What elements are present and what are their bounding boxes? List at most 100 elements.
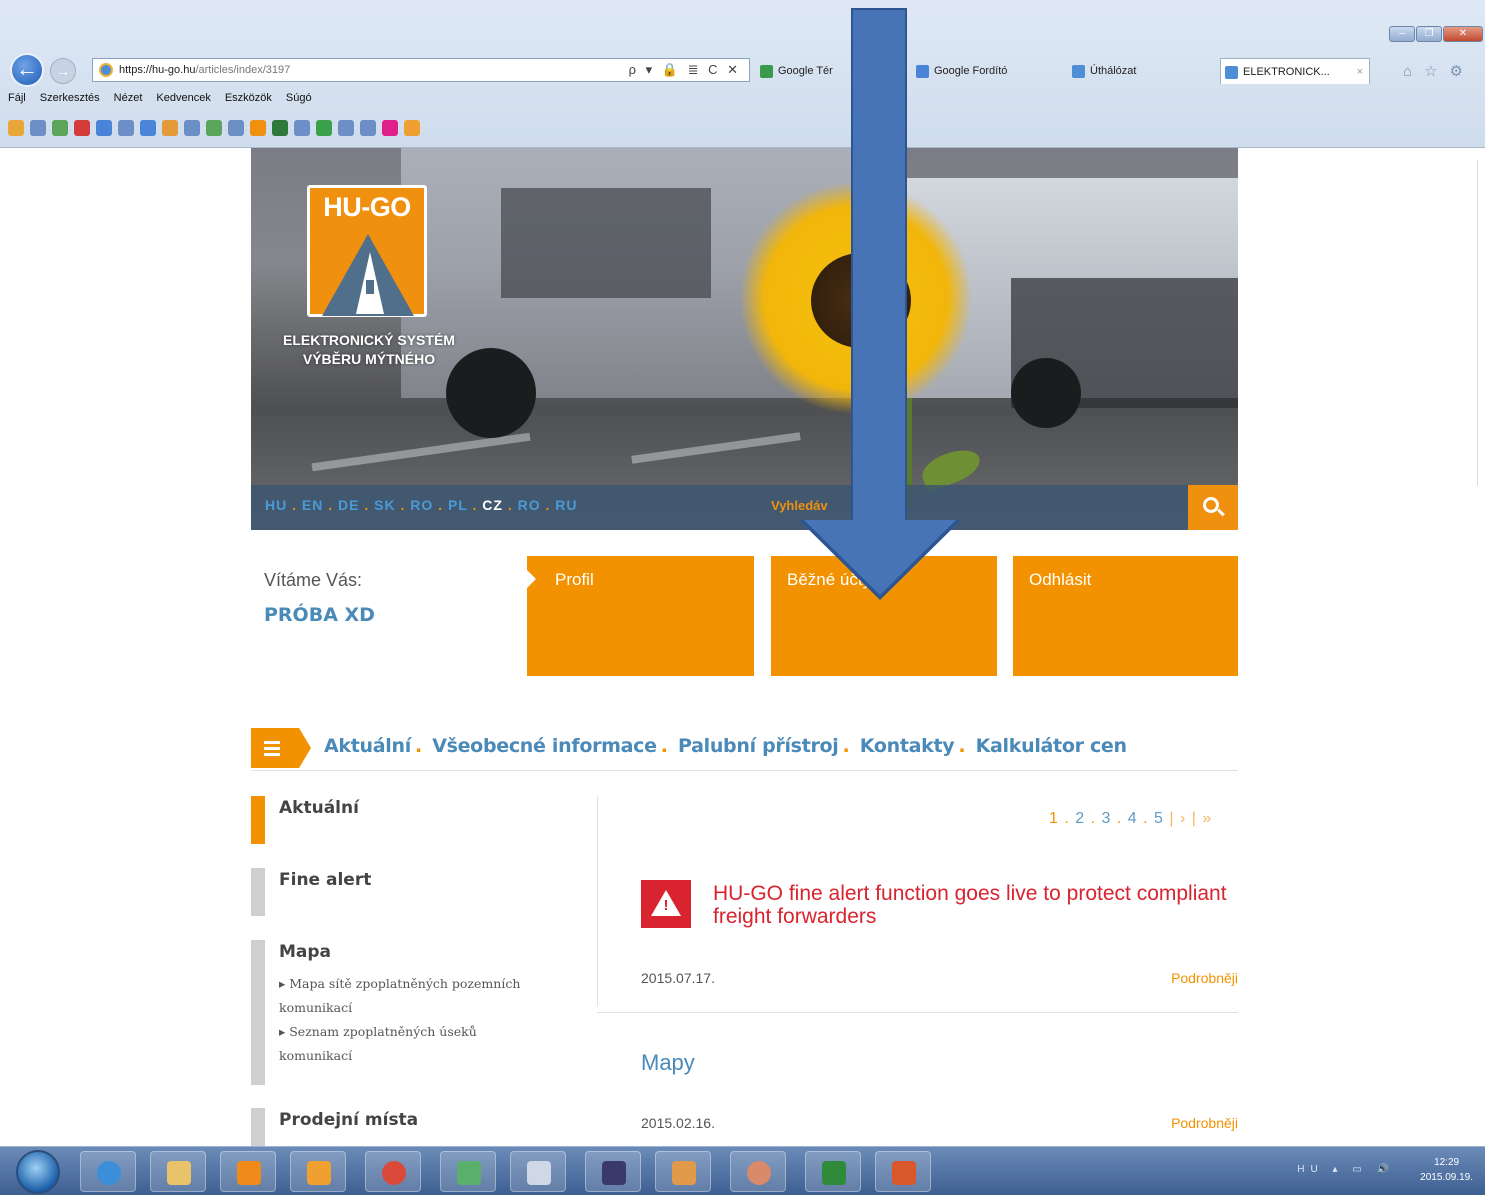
page-3[interactable]: 3 [1102,810,1112,827]
lang-ru[interactable]: RU [555,497,577,513]
nav-vseobecne-informace[interactable]: Všeobecné informace [432,735,657,757]
news-date: 2015.02.16. [641,1115,715,1131]
nav-kalkulator-cen[interactable]: Kalkulátor cen [976,735,1127,757]
nav-aktualni[interactable]: Aktuální [324,735,411,757]
profile-tile[interactable]: Profil [527,556,754,676]
taskbar-explorer[interactable] [150,1151,206,1192]
favorite-icon[interactable] [228,120,244,136]
home-icon[interactable]: ⌂ [1403,63,1424,80]
taskbar-ie[interactable] [80,1151,136,1192]
page-2[interactable]: 2 [1075,810,1085,827]
favorite-icon[interactable] [250,120,266,136]
hamburger-menu-icon[interactable] [251,728,311,768]
maximize-button[interactable]: ❐ [1416,26,1442,42]
news-title-mapy[interactable]: Mapy [641,1050,695,1076]
back-button[interactable]: ← [10,53,44,87]
favorite-icon[interactable] [404,120,420,136]
taskbar-app3[interactable] [655,1151,711,1192]
favorite-icon[interactable] [118,120,134,136]
lang-ro[interactable]: RO [410,497,433,513]
lang-cz[interactable]: CZ [482,497,503,513]
favorite-icon[interactable] [206,120,222,136]
welcome-label: Vítáme Vás: [264,570,363,590]
favorite-icon[interactable] [184,120,200,136]
last-page-icon[interactable]: » [1202,810,1212,827]
tab-uthalozat[interactable]: Úthálózat [1068,58,1218,84]
sublink-mapa-site[interactable]: ▸ Mapa sítě zpoplatněných pozemních komun… [279,972,581,1020]
favorite-icon[interactable] [382,120,398,136]
menu-file[interactable]: Fájl [8,92,26,104]
taskbar-chrome[interactable] [365,1151,421,1192]
tab-elektronick[interactable]: ELEKTRONICK... × [1220,58,1370,84]
taskbar-powerpoint[interactable] [875,1151,931,1192]
news-title-fine-alert[interactable]: HU-GO fine alert function goes live to p… [713,882,1233,928]
taskbar-media[interactable] [220,1151,276,1192]
menu-favorites[interactable]: Kedvencek [156,92,210,104]
taskbar-messenger[interactable] [730,1151,786,1192]
menu-edit[interactable]: Szerkesztés [40,92,100,104]
sublink-seznam-useku[interactable]: ▸ Seznam zpoplatněných úseků komunikací [279,1020,581,1068]
tab-google-translate[interactable]: Google Fordító [912,58,1062,84]
logout-tile[interactable]: Odhlásit [1013,556,1238,676]
menu-help[interactable]: Súgó [286,92,312,104]
settings-gear-icon[interactable]: ⚙ [1450,63,1475,80]
read-more-link[interactable]: Podrobněji [1171,1115,1238,1131]
page-1[interactable]: 1 [1049,810,1059,827]
page-5[interactable]: 5 [1154,810,1164,827]
favorite-icon[interactable] [294,120,310,136]
lang-en[interactable]: EN [302,497,323,513]
window-controls: – ❐ ✕ [1389,26,1483,42]
annotation-arrow-shaft [851,8,907,522]
tray-language[interactable]: HU [1297,1164,1323,1175]
favorite-icon[interactable] [338,120,354,136]
favorite-icon[interactable] [96,120,112,136]
menu-view[interactable]: Nézet [114,92,143,104]
user-name: PRÓBA XD [264,604,375,626]
nav-kontakty[interactable]: Kontakty [860,735,955,757]
hugo-logo[interactable]: HU-GO [307,185,427,317]
nav-palubni-pristroj[interactable]: Palubní přístroj [678,735,839,757]
start-button-icon[interactable] [16,1150,60,1194]
sidebar-item-prodejni-mista[interactable]: Prodejní místa [251,1108,581,1148]
warning-icon: ! [641,880,691,928]
taskbar-phone[interactable] [585,1151,641,1192]
lang-sk[interactable]: SK [374,497,395,513]
favorite-icon[interactable] [316,120,332,136]
language-switcher: HU . EN . DE . SK . RO . PL . CZ . RO . … [265,497,578,513]
taskbar-outlook[interactable] [290,1151,346,1192]
taskbar-clock[interactable]: 12:29 2015.09.19. [1420,1155,1473,1185]
favorite-icon[interactable] [272,120,288,136]
close-tab-icon[interactable]: × [1357,59,1363,85]
lang-pl[interactable]: PL [448,497,468,513]
menu-tools[interactable]: Eszközök [225,92,272,104]
forward-button[interactable]: → [50,58,76,84]
favorite-icon[interactable] [74,120,90,136]
lang-hu[interactable]: HU [265,497,287,513]
sidebar-item-fine-alert[interactable]: Fine alert [251,868,581,916]
favorite-icon[interactable] [30,120,46,136]
taskbar-excel[interactable] [805,1151,861,1192]
taskbar-app[interactable] [440,1151,496,1192]
lang-de[interactable]: DE [338,497,359,513]
search-input[interactable]: Vyhledáv [771,498,828,513]
favorite-icon[interactable] [52,120,68,136]
favorite-icon[interactable] [140,120,156,136]
address-tools[interactable]: ρ ▾ 🔒 ≣ C ✕ [629,59,741,81]
favorites-star-icon[interactable]: ☆ [1424,63,1449,80]
sidebar-item-mapa[interactable]: Mapa ▸ Mapa sítě zpoplatněných pozemních… [251,940,581,1085]
taskbar-app2[interactable] [510,1151,566,1192]
read-more-link[interactable]: Podrobněji [1171,970,1238,986]
app-icon [672,1161,696,1185]
address-bar[interactable]: https://hu-go.hu/articles/index/3197 ρ ▾… [92,58,750,82]
favorite-icon[interactable] [8,120,24,136]
page-4[interactable]: 4 [1128,810,1138,827]
sidebar-item-aktualni[interactable]: Aktuální [251,796,581,844]
page-scrollbar[interactable] [1477,160,1485,486]
minimize-button[interactable]: – [1389,26,1415,42]
tile-notch-icon [527,570,536,588]
close-button[interactable]: ✕ [1443,26,1483,42]
favorite-icon[interactable] [360,120,376,136]
search-button[interactable] [1188,485,1238,530]
lang-ro2[interactable]: RO [518,497,541,513]
favorite-icon[interactable] [162,120,178,136]
